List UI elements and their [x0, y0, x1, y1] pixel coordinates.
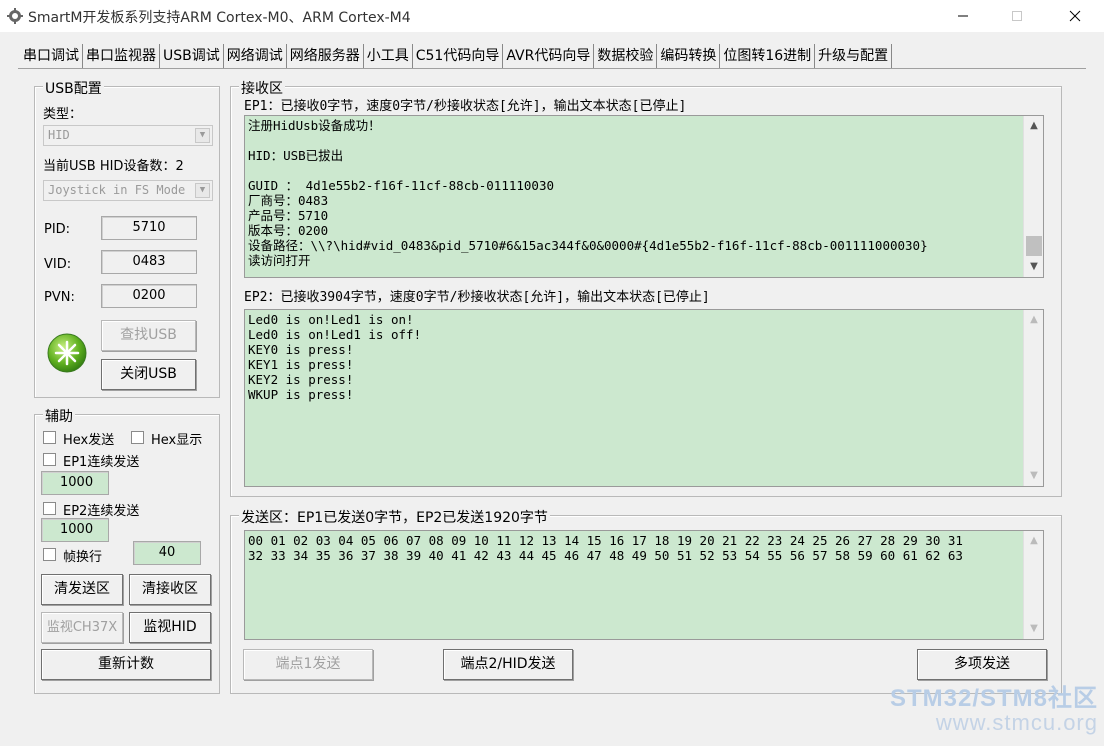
clear-send-button[interactable]: 清发送区	[41, 574, 123, 605]
app-gear-icon	[7, 8, 23, 24]
ep2-continuous-checkbox[interactable]	[43, 502, 56, 515]
minimize-button[interactable]	[940, 0, 986, 32]
usb-status-icon	[47, 333, 87, 373]
vid-label: VID:	[44, 257, 72, 272]
tab-bar: 串口调试 串口监视器 USB调试 网络调试 网络服务器 小工具 C51代码向导 …	[20, 44, 893, 68]
ep1-scrollbar[interactable]: ▲ ▼	[1023, 116, 1043, 277]
tab-serial-monitor[interactable]: 串口监视器	[83, 44, 160, 68]
ep1-continuous-label: EP1连续发送	[63, 455, 140, 470]
scroll-down-icon[interactable]: ▼	[1024, 466, 1043, 486]
hex-display-checkbox[interactable]	[131, 431, 144, 444]
scroll-thumb[interactable]	[1026, 236, 1042, 256]
monitor-ch37x-button[interactable]: 监视CH37X	[41, 612, 123, 643]
site-watermark: STM32/STM8社区 www.stmcu.org	[890, 686, 1098, 734]
find-usb-button[interactable]: 查找USB	[101, 320, 196, 351]
scroll-up-icon[interactable]: ▲	[1024, 116, 1043, 136]
clear-receive-button[interactable]: 清接收区	[129, 574, 211, 605]
close-button[interactable]	[1052, 0, 1098, 32]
tab-bitmap-hex[interactable]: 位图转16进制	[720, 44, 816, 68]
type-label: 类型：	[43, 107, 83, 122]
ep1-continuous-checkbox[interactable]	[43, 453, 56, 466]
close-usb-button[interactable]: 关闭USB	[101, 359, 196, 390]
tab-encoding[interactable]: 编码转换	[657, 44, 721, 68]
send-text: 00 01 02 03 04 05 06 07 08 09 10 11 12 1…	[248, 533, 963, 563]
ep1-send-button[interactable]: 端点1发送	[243, 649, 373, 680]
ep2-status: EP2：已接收3904字节，速度0字节/秒接收状态[允许]，输出文本状态[已停止…	[244, 290, 710, 305]
send-area[interactable]: 00 01 02 03 04 05 06 07 08 09 10 11 12 1…	[244, 530, 1044, 640]
tab-avr-wizard[interactable]: AVR代码向导	[503, 44, 595, 68]
ep2-interval-input[interactable]: 1000	[41, 518, 109, 542]
chevron-down-icon: ▼	[195, 183, 210, 198]
tab-tools[interactable]: 小工具	[364, 44, 413, 68]
ep1-interval-input[interactable]: 1000	[41, 471, 109, 495]
device-select[interactable]: Joystick in FS Mode ▼	[43, 180, 213, 201]
minimize-icon	[958, 15, 968, 17]
pid-label: PID:	[44, 222, 71, 237]
ep1-receive-area[interactable]: 注册HidUsb设备成功！ HID：USB已拔出 GUID ： 4d1e55b2…	[244, 115, 1044, 278]
pid-field[interactable]: 5710	[101, 216, 197, 240]
maximize-icon	[1012, 11, 1022, 21]
send-scrollbar[interactable]: ▲ ▼	[1023, 531, 1043, 639]
close-icon	[1069, 10, 1081, 22]
tab-c51-wizard[interactable]: C51代码向导	[413, 44, 504, 68]
usb-config-title: USB配置	[43, 78, 104, 98]
type-select[interactable]: HID ▼	[43, 125, 213, 146]
tab-upgrade-config[interactable]: 升级与配置	[815, 44, 893, 68]
device-select-value: Joystick in FS Mode	[48, 183, 186, 197]
ep1-receive-text: 注册HidUsb设备成功！ HID：USB已拔出 GUID ： 4d1e55b2…	[248, 118, 928, 268]
frame-newline-label: 帧换行	[63, 550, 103, 565]
hex-send-label: Hex发送	[63, 433, 115, 448]
pvn-label: PVN:	[44, 290, 75, 305]
scroll-down-icon[interactable]: ▼	[1024, 619, 1043, 639]
watermark-brand: STM32/STM8社区	[889, 685, 1098, 712]
tab-serial-debug[interactable]: 串口调试	[20, 44, 83, 68]
ep2-scrollbar[interactable]: ▲ ▼	[1023, 310, 1043, 486]
type-select-value: HID	[48, 128, 70, 142]
vid-field[interactable]: 0483	[101, 250, 197, 274]
tab-network-server[interactable]: 网络服务器	[287, 44, 364, 68]
pvn-field[interactable]: 0200	[101, 284, 197, 308]
tab-checksum[interactable]: 数据校验	[594, 44, 658, 68]
monitor-hid-button[interactable]: 监视HID	[129, 612, 211, 643]
frame-newline-checkbox[interactable]	[43, 548, 56, 561]
scroll-down-icon[interactable]: ▼	[1024, 257, 1043, 277]
ep2-hid-send-button[interactable]: 端点2/HID发送	[443, 649, 573, 680]
send-title: 发送区：EP1已发送0字节，EP2已发送1920字节	[239, 507, 550, 527]
chevron-down-icon: ▼	[195, 128, 210, 143]
frame-value-input[interactable]: 40	[133, 541, 201, 565]
recount-button[interactable]: 重新计数	[41, 649, 211, 680]
tab-divider	[18, 68, 1086, 69]
watermark-url: www.stmcu.org	[935, 710, 1098, 735]
device-count-label: 当前USB HID设备数：2	[43, 159, 184, 174]
multi-send-button[interactable]: 多项发送	[917, 649, 1047, 680]
ep1-status: EP1：已接收0字节，速度0字节/秒接收状态[允许]，输出文本状态[已停止]	[244, 99, 687, 114]
title-bar: SmartM开发板系列支持ARM Cortex-M0、ARM Cortex-M4	[0, 0, 1104, 32]
assist-title: 辅助	[43, 406, 75, 426]
tab-network-debug[interactable]: 网络调试	[224, 44, 287, 68]
ep2-receive-area[interactable]: Led0 is on!Led1 is on! Led0 is on!Led1 i…	[244, 309, 1044, 487]
hex-display-label: Hex显示	[151, 433, 203, 448]
hex-send-checkbox[interactable]	[43, 431, 56, 444]
ep2-receive-text: Led0 is on!Led1 is on! Led0 is on!Led1 i…	[248, 312, 422, 402]
scroll-up-icon[interactable]: ▲	[1024, 310, 1043, 330]
tab-usb-debug[interactable]: USB调试	[160, 44, 224, 68]
ep2-continuous-label: EP2连续发送	[63, 504, 140, 519]
scroll-up-icon[interactable]: ▲	[1024, 531, 1043, 551]
maximize-button[interactable]	[994, 0, 1040, 32]
window-title: SmartM开发板系列支持ARM Cortex-M0、ARM Cortex-M4	[28, 10, 411, 26]
